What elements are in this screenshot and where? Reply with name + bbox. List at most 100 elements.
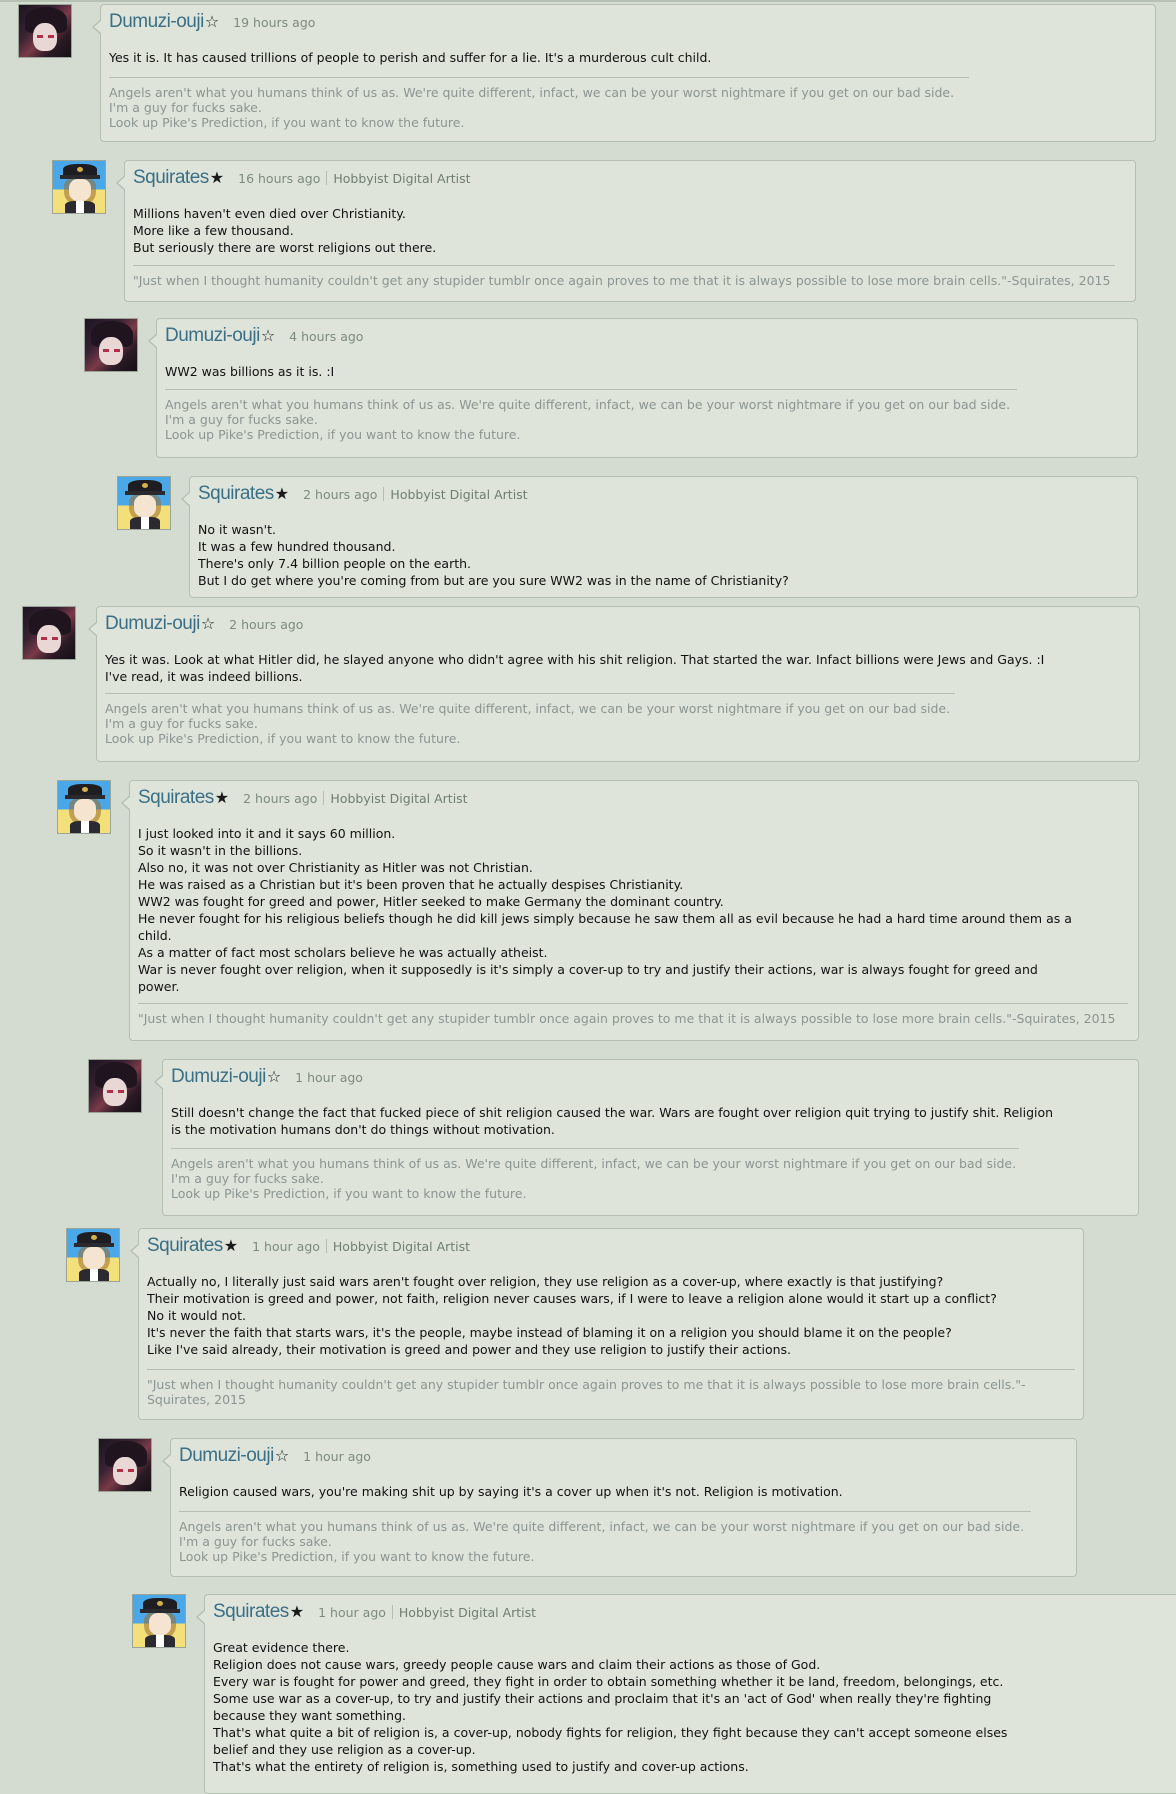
comment-line: Every war is fought for power and greed,… — [213, 1674, 1004, 1689]
officer-hat-avatar-icon[interactable] — [66, 1228, 120, 1282]
comment-body: Great evidence there. Religion does not c… — [213, 1639, 1176, 1775]
signature: "Just when I thought humanity couldn't g… — [138, 1011, 1115, 1026]
comment-bubble: Dumuzi-ouji☆ 2 hours ago Yes it was. Look … — [88, 606, 1140, 762]
username-link[interactable]: Dumuzi-ouji — [171, 1066, 266, 1087]
comment-body: Religion caused wars, you're making shit… — [179, 1483, 1070, 1500]
username-link[interactable]: Dumuzi-ouji — [109, 11, 204, 32]
timestamp-link[interactable]: 2 hours ago — [243, 791, 317, 806]
signature-line: I'm a guy for fucks sake. — [171, 1171, 324, 1186]
signature-line: "Just when I thought humanity couldn't g… — [133, 273, 1111, 288]
comment-line: So it wasn't in the billions. — [138, 843, 303, 858]
top-border — [0, 0, 1176, 2]
officer-hat-avatar-icon[interactable] — [117, 476, 171, 530]
avatar-face — [74, 799, 96, 821]
username-link[interactable]: Squirates — [198, 483, 274, 504]
avatar-hat-brim — [125, 491, 165, 495]
comment-line: No it wasn't. — [198, 522, 276, 537]
signature-divider — [147, 1369, 1075, 1370]
username-link[interactable]: Squirates — [213, 1601, 289, 1622]
timestamp-link[interactable]: 1 hour ago — [295, 1070, 363, 1085]
comment-line: As a matter of fact most scholars believ… — [138, 945, 548, 960]
comment-line: power. — [138, 979, 180, 994]
avatar-eye — [52, 637, 58, 640]
avatar-eye — [128, 1469, 134, 1472]
dark-haired-avatar-icon[interactable] — [88, 1059, 142, 1113]
comment-line: But I do get where you're coming from bu… — [198, 573, 789, 588]
signature-divider — [138, 1003, 1128, 1004]
signature-line: Look up Pike's Prediction, if you want t… — [105, 731, 461, 746]
comment-bubble: Squirates★ 1 hour ago Hobbyist Digital Art… — [130, 1228, 1084, 1420]
comment-body: Millions haven't even died over Christia… — [133, 205, 1129, 256]
filled-star-icon: ★ — [289, 1602, 305, 1621]
comment-line: Religion does not cause wars, greedy peo… — [213, 1657, 821, 1672]
comment-header: Dumuzi-ouji☆ 2 hours ago — [105, 613, 303, 635]
timestamp-link[interactable]: 2 hours ago — [303, 487, 377, 502]
header-divider — [323, 791, 325, 805]
avatar-eye — [118, 1090, 124, 1093]
officer-hat-avatar-icon[interactable] — [57, 780, 111, 834]
avatar-eye — [107, 1090, 113, 1093]
username-link[interactable]: Squirates — [147, 1235, 223, 1256]
avatar-collar — [81, 821, 89, 833]
comment-header: Squirates★ 16 hours ago Hobbyist Digital A… — [133, 167, 471, 189]
avatar-hat-brim — [65, 795, 105, 799]
username-link[interactable]: Squirates — [138, 787, 214, 808]
comment-header: Dumuzi-ouji☆ 4 hours ago — [165, 325, 363, 347]
timestamp-link[interactable]: 1 hour ago — [318, 1605, 386, 1620]
avatar-eye — [37, 35, 43, 38]
comment-line: He never fought for his religious belief… — [138, 911, 1072, 926]
timestamp-link[interactable]: 19 hours ago — [233, 15, 315, 30]
avatar-eye — [103, 349, 109, 352]
comment-line: I just looked into it and it says 60 mil… — [138, 826, 396, 841]
username-link[interactable]: Dumuzi-ouji — [165, 325, 260, 346]
comment-body: Actually no, I literally just said wars … — [147, 1273, 1077, 1358]
outline-star-icon: ☆ — [204, 12, 220, 31]
avatar-eye — [114, 349, 120, 352]
comment-body: No it wasn't. It was a few hundred thousa… — [198, 521, 1131, 589]
username-link[interactable]: Dumuzi-ouji — [105, 613, 200, 634]
dark-haired-avatar-icon[interactable] — [18, 4, 72, 58]
signature-line: Angels aren't what you humans think of u… — [105, 701, 951, 716]
signature-divider — [105, 693, 955, 694]
officer-hat-avatar-icon[interactable] — [52, 160, 106, 214]
signature-line: I'm a guy for fucks sake. — [165, 412, 318, 427]
timestamp-link[interactable]: 2 hours ago — [229, 617, 303, 632]
officer-hat-avatar-icon[interactable] — [132, 1594, 186, 1648]
avatar-hat-brim — [140, 1609, 180, 1613]
dark-haired-avatar-icon[interactable] — [98, 1438, 152, 1492]
signature-divider — [109, 77, 969, 78]
username-link[interactable]: Dumuzi-ouji — [179, 1445, 274, 1466]
comment-bubble: Squirates★ 16 hours ago Hobbyist Digital A… — [116, 160, 1136, 302]
dark-haired-avatar-icon[interactable] — [84, 318, 138, 372]
header-divider — [391, 1605, 393, 1619]
comment-body: Yes it is. It has caused trillions of pe… — [109, 49, 1149, 66]
comment-line: Like I've said already, their motivation… — [147, 1342, 792, 1357]
timestamp-link[interactable]: 1 hour ago — [252, 1239, 320, 1254]
comment-line: Millions haven't even died over Christia… — [133, 206, 406, 221]
comment-line: Also no, it was not over Christianity as… — [138, 860, 533, 875]
comment-line: Actually no, I literally just said wars … — [147, 1274, 944, 1289]
filled-star-icon: ★ — [209, 168, 225, 187]
timestamp-link[interactable]: 4 hours ago — [289, 329, 363, 344]
comment-line: Religion caused wars, you're making shit… — [179, 1484, 843, 1499]
avatar-eye — [117, 1469, 123, 1472]
dark-haired-avatar-icon[interactable] — [22, 606, 76, 660]
avatar-face — [134, 495, 156, 517]
signature-divider — [165, 389, 1017, 390]
timestamp-link[interactable]: 16 hours ago — [238, 171, 320, 186]
avatar-hat-emblem — [157, 1601, 163, 1606]
signature-line: Look up Pike's Prediction, if you want t… — [179, 1549, 535, 1564]
username-link[interactable]: Squirates — [133, 167, 209, 188]
comment-bubble: Squirates★ 1 hour ago Hobbyist Digital Art… — [196, 1594, 1176, 1794]
avatar-collar — [76, 201, 84, 213]
timestamp-link[interactable]: 1 hour ago — [303, 1449, 371, 1464]
user-role: Hobbyist Digital Artist — [333, 171, 471, 186]
signature-divider — [179, 1511, 1031, 1512]
comment-header: Dumuzi-ouji☆ 19 hours ago — [109, 11, 315, 33]
comment-line: because they want something. — [213, 1708, 406, 1723]
avatar-collar — [90, 1269, 98, 1281]
comment-bubble: Dumuzi-ouji☆ 1 hour ago Religion caused wa… — [162, 1438, 1077, 1577]
comment-line: War is never fought over religion, when … — [138, 962, 1038, 977]
comment-header: Dumuzi-ouji☆ 1 hour ago — [179, 1445, 371, 1467]
signature-line: Angels aren't what you humans think of u… — [109, 85, 955, 100]
